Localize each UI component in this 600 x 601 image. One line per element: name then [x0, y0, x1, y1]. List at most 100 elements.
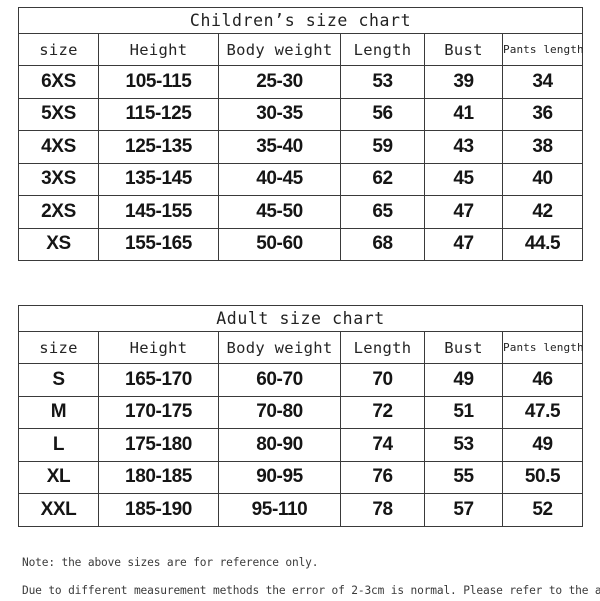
table-row: XS 155-165 50-60 68 47 44.5 [18, 227, 584, 261]
cell-bust: 53 [424, 428, 503, 462]
cell-body-weight: 35-40 [218, 130, 341, 164]
cell-pants-length: 44.5 [501, 227, 584, 261]
cell-size: L [18, 428, 99, 462]
note-reference-only: Note: the above sizes are for reference … [22, 556, 319, 569]
cell-size: M [18, 395, 99, 429]
table-row: 2XS 145-155 45-50 65 47 42 [18, 195, 584, 229]
table-row: M 170-175 70-80 72 51 47.5 [18, 395, 584, 429]
cell-length: 56 [340, 97, 425, 131]
cell-body-weight: 40-45 [218, 162, 341, 196]
cell-height: 180-185 [98, 460, 219, 494]
cell-bust: 51 [424, 395, 503, 429]
column-header-length: Length [340, 33, 425, 66]
cell-bust: 47 [424, 227, 503, 261]
cell-body-weight: 80-90 [218, 428, 341, 462]
cell-height: 155-165 [98, 227, 219, 261]
cell-pants-length: 50.5 [501, 460, 584, 494]
adult-title-row: Adult size chart [17, 305, 584, 332]
cell-pants-length: 46 [501, 363, 584, 397]
cell-bust: 57 [424, 493, 503, 527]
cell-pants-length: 52 [501, 493, 584, 527]
cell-bust: 41 [424, 97, 503, 131]
cell-size: 3XS [18, 162, 99, 196]
adult-size-chart: Adult size chart size Height Body weight… [17, 305, 584, 527]
cell-length: 72 [340, 395, 425, 429]
cell-height: 145-155 [98, 195, 219, 229]
cell-height: 185-190 [98, 493, 219, 527]
table-row: 4XS 125-135 35-40 59 43 38 [18, 130, 584, 164]
children-chart-title: Children’s size chart [17, 7, 584, 34]
cell-bust: 47 [424, 195, 503, 229]
column-header-body-weight: Body weight [218, 331, 341, 364]
column-header-pants-length: Pants length [501, 33, 584, 66]
cell-height: 105-115 [98, 65, 219, 99]
cell-height: 175-180 [98, 428, 219, 462]
column-header-size: size [18, 331, 99, 364]
cell-length: 59 [340, 130, 425, 164]
cell-height: 170-175 [98, 395, 219, 429]
note-measurement-error: Due to different measurement methods the… [22, 584, 600, 597]
cell-pants-length: 34 [501, 65, 584, 99]
column-header-body-weight: Body weight [218, 33, 341, 66]
cell-size: XS [18, 227, 99, 261]
cell-body-weight: 30-35 [218, 97, 341, 131]
size-chart-page: Children’s size chart size Height Body w… [0, 0, 600, 600]
cell-pants-length: 36 [501, 97, 584, 131]
column-header-length: Length [340, 331, 425, 364]
cell-bust: 45 [424, 162, 503, 196]
cell-height: 165-170 [98, 363, 219, 397]
cell-length: 53 [340, 65, 425, 99]
cell-height: 115-125 [98, 97, 219, 131]
table-row: 3XS 135-145 40-45 62 45 40 [18, 162, 584, 196]
column-header-size: size [18, 33, 99, 66]
cell-length: 74 [340, 428, 425, 462]
column-header-bust: Bust [424, 33, 503, 66]
cell-length: 78 [340, 493, 425, 527]
cell-height: 135-145 [98, 162, 219, 196]
adult-header-row: size Height Body weight Length Bust Pant… [18, 331, 584, 364]
cell-body-weight: 90-95 [218, 460, 341, 494]
cell-pants-length: 49 [501, 428, 584, 462]
cell-bust: 49 [424, 363, 503, 397]
cell-body-weight: 60-70 [218, 363, 341, 397]
column-header-pants-length: Pants length [501, 331, 584, 364]
column-header-bust: Bust [424, 331, 503, 364]
cell-size: 4XS [18, 130, 99, 164]
children-size-chart: Children’s size chart size Height Body w… [17, 7, 584, 261]
cell-bust: 43 [424, 130, 503, 164]
column-header-height: Height [98, 33, 219, 66]
table-row: 6XS 105-115 25-30 53 39 34 [18, 65, 584, 99]
cell-length: 76 [340, 460, 425, 494]
table-row: L 175-180 80-90 74 53 49 [18, 428, 584, 462]
cell-size: 5XS [18, 97, 99, 131]
cell-bust: 55 [424, 460, 503, 494]
adult-size-table: Adult size chart size Height Body weight… [17, 305, 584, 527]
table-row: 5XS 115-125 30-35 56 41 36 [18, 97, 584, 131]
cell-length: 68 [340, 227, 425, 261]
cell-body-weight: 25-30 [218, 65, 341, 99]
cell-size: XL [18, 460, 99, 494]
cell-size: 6XS [18, 65, 99, 99]
cell-body-weight: 50-60 [218, 227, 341, 261]
cell-length: 65 [340, 195, 425, 229]
footer-notes: Note: the above sizes are for reference … [22, 552, 600, 601]
cell-pants-length: 40 [501, 162, 584, 196]
table-row: XL 180-185 90-95 76 55 50.5 [18, 460, 584, 494]
cell-bust: 39 [424, 65, 503, 99]
table-row: S 165-170 60-70 70 49 46 [18, 363, 584, 397]
cell-pants-length: 47.5 [501, 395, 584, 429]
cell-body-weight: 95-110 [218, 493, 341, 527]
cell-height: 125-135 [98, 130, 219, 164]
cell-body-weight: 70-80 [218, 395, 341, 429]
cell-pants-length: 42 [501, 195, 584, 229]
cell-size: S [18, 363, 99, 397]
children-size-table: Children’s size chart size Height Body w… [17, 7, 584, 261]
cell-size: XXL [18, 493, 99, 527]
cell-length: 62 [340, 162, 425, 196]
column-header-height: Height [98, 331, 219, 364]
cell-pants-length: 38 [501, 130, 584, 164]
table-row: XXL 185-190 95-110 78 57 52 [18, 493, 584, 527]
adult-chart-title: Adult size chart [17, 305, 584, 332]
children-header-row: size Height Body weight Length Bust Pant… [18, 33, 584, 66]
cell-size: 2XS [18, 195, 99, 229]
